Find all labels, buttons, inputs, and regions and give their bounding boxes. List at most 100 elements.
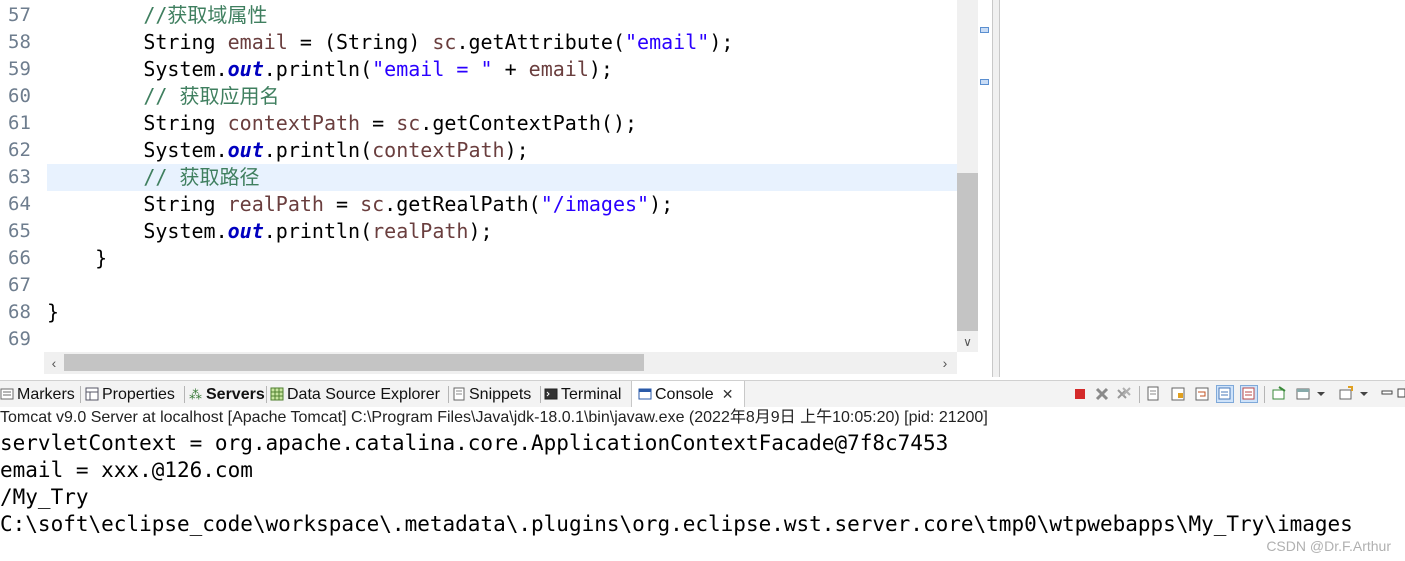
tab-data-source-explorer[interactable]: Data Source Explorer	[270, 381, 440, 408]
code-token: +	[492, 57, 529, 81]
horizontal-scrollbar[interactable]: ‹ ›	[44, 352, 957, 374]
code-token: System.	[47, 219, 228, 243]
code-line[interactable]	[47, 272, 957, 299]
properties-icon	[85, 383, 99, 401]
code-token: System.	[47, 138, 228, 162]
tab-properties[interactable]: Properties	[85, 381, 175, 408]
code-token: // 获取应用名	[143, 84, 280, 108]
code-token: sc	[396, 111, 421, 135]
code-line[interactable]: System.out.println(contextPath);	[47, 137, 957, 164]
code-token: contextPath	[227, 111, 361, 135]
code-line[interactable]: // 获取应用名	[47, 83, 957, 110]
code-line[interactable]	[47, 326, 957, 353]
remove-launch-icon[interactable]	[1093, 385, 1111, 403]
vertical-scrollbar[interactable]: ∨	[957, 0, 978, 352]
occurrence-marker[interactable]	[980, 27, 989, 33]
database-icon	[270, 383, 284, 401]
line-number: 65	[8, 220, 31, 242]
overview-ruler[interactable]	[978, 0, 992, 377]
vertical-scroll-thumb[interactable]	[957, 173, 978, 331]
pin-console-icon[interactable]	[1270, 385, 1288, 403]
show-on-stdout-icon[interactable]	[1216, 385, 1234, 403]
tab-markers-label: Markers	[17, 386, 75, 403]
code-editor[interactable]: 57 58 59 60 61 62 63 64 65 66 67 68 69 //获取域属性 Strin…	[0, 0, 992, 377]
code-line[interactable]: System.out.println(realPath);	[47, 218, 957, 245]
tab-servers[interactable]: ⁂ Servers	[189, 381, 265, 408]
remove-all-icon[interactable]	[1115, 385, 1133, 403]
open-console-icon[interactable]	[1337, 385, 1355, 403]
tab-terminal[interactable]: Terminal	[544, 381, 621, 408]
code-token: sc	[360, 192, 385, 216]
tab-data-source-explorer-label: Data Source Explorer	[287, 386, 440, 403]
word-wrap-icon[interactable]	[1193, 385, 1211, 403]
horizontal-scroll-thumb[interactable]	[64, 354, 644, 371]
line-number: 69	[8, 328, 31, 350]
clear-console-icon[interactable]	[1145, 385, 1163, 403]
tab-servers-label: Servers	[206, 386, 265, 403]
tab-snippets[interactable]: Snippets	[452, 381, 531, 408]
code-area[interactable]: //获取域属性 String email = (String) sc.getAt…	[47, 0, 957, 352]
dropdown-icon[interactable]	[1358, 385, 1370, 403]
code-line[interactable]: String realPath = sc.getRealPath("/image…	[47, 191, 957, 218]
line-number: 59	[8, 58, 31, 80]
code-token: .getContextPath();	[420, 111, 638, 135]
servers-icon: ⁂	[189, 383, 203, 403]
markers-icon	[0, 383, 14, 400]
code-token: = (String)	[287, 30, 433, 54]
close-tab-icon[interactable]: ✕	[722, 381, 734, 408]
occurrence-marker[interactable]	[980, 79, 989, 85]
line-number: 66	[8, 247, 31, 269]
code-line[interactable]: String email = (String) sc.getAttribute(…	[47, 29, 957, 56]
code-token: System.	[47, 57, 228, 81]
console-line: /My_Try	[0, 485, 89, 509]
code-token: .getAttribute(	[456, 30, 626, 54]
minimize-icon[interactable]	[1378, 385, 1396, 403]
line-number: 64	[8, 193, 31, 215]
tab-markers[interactable]: Markers	[0, 381, 75, 408]
pane-splitter[interactable]	[992, 0, 1000, 377]
console-launch-info: Tomcat v9.0 Server at localhost [Apache …	[0, 407, 1405, 430]
display-console-icon[interactable]	[1294, 385, 1312, 403]
code-token: "email = "	[372, 57, 493, 81]
code-token: );	[504, 138, 529, 162]
code-token: );	[588, 57, 613, 81]
scroll-right-arrow-icon[interactable]: ›	[937, 352, 953, 374]
tab-console[interactable]: Console ✕	[631, 381, 745, 408]
scroll-down-arrow-icon[interactable]: ∨	[957, 332, 978, 352]
code-line[interactable]: //获取域属性	[47, 2, 957, 29]
code-token: );	[709, 30, 734, 54]
terminate-icon[interactable]	[1071, 385, 1089, 403]
code-line[interactable]: String contextPath = sc.getContextPath()…	[47, 110, 957, 137]
code-token: String	[47, 111, 228, 135]
code-line[interactable]: System.out.println("email = " + email);	[47, 56, 957, 83]
code-token: =	[323, 192, 361, 216]
console-output[interactable]: servletContext = org.apache.catalina.cor…	[0, 429, 1405, 561]
line-number-gutter: 57 58 59 60 61 62 63 64 65 66 67 68 69	[0, 0, 44, 352]
line-number: 61	[8, 112, 31, 134]
code-token: // 获取路径	[143, 165, 260, 189]
code-token: email	[227, 30, 288, 54]
current-code-line[interactable]: // 获取路径	[47, 164, 957, 191]
code-line[interactable]: }	[47, 245, 957, 272]
scroll-left-arrow-icon[interactable]: ‹	[46, 352, 62, 374]
line-number: 68	[8, 301, 31, 323]
code-token: contextPath	[372, 138, 505, 162]
code-token: String	[47, 30, 228, 54]
line-number: 60	[8, 85, 31, 107]
dropdown-icon[interactable]	[1315, 385, 1327, 403]
code-token: sc	[432, 30, 457, 54]
svg-text:⁂: ⁂	[189, 388, 202, 401]
show-on-stderr-icon[interactable]	[1240, 385, 1258, 403]
code-token: out	[227, 138, 264, 162]
tab-terminal-label: Terminal	[561, 386, 622, 403]
code-token: out	[227, 57, 264, 81]
code-token: realPath	[372, 219, 469, 243]
maximize-icon[interactable]	[1397, 385, 1405, 403]
scroll-lock-icon[interactable]	[1169, 385, 1187, 403]
code-token: .println(	[263, 219, 373, 243]
outline-pane	[1000, 0, 1405, 377]
console-line: servletContext = org.apache.catalina.cor…	[0, 431, 949, 455]
code-line[interactable]: }	[47, 299, 957, 326]
